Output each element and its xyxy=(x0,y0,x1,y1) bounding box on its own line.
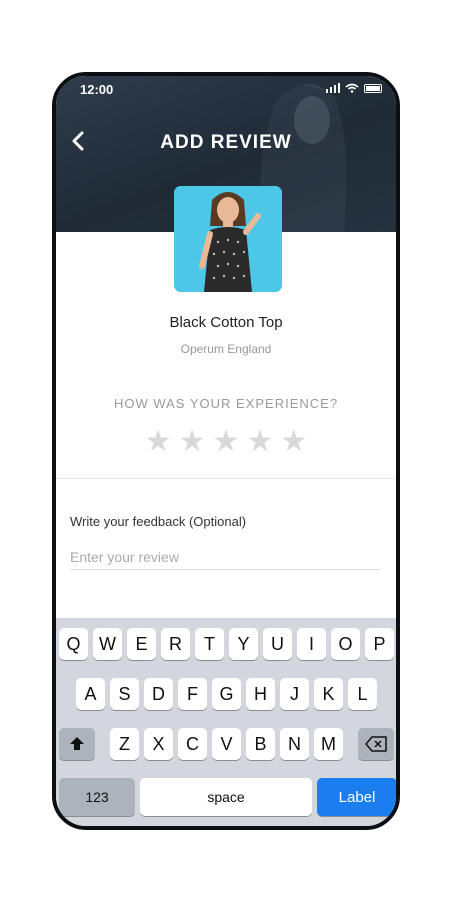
experience-question: HOW WAS YOUR EXPERIENCE? xyxy=(113,396,339,411)
key-m[interactable]: M xyxy=(314,728,343,760)
product-name: Black Cotton Top xyxy=(169,314,283,331)
star-icon[interactable]: ★ xyxy=(280,427,307,457)
product-brand: Operum England xyxy=(180,342,272,356)
onscreen-keyboard: Q W E R T Y U I O P A S D F G H J K L Z … xyxy=(56,618,396,826)
key-v[interactable]: V xyxy=(212,728,241,760)
status-bar: 12:00 xyxy=(56,76,396,102)
cellular-signal-icon xyxy=(325,83,340,93)
star-icon[interactable]: ★ xyxy=(246,427,273,457)
phone-frame: 12:00 ADD REVIEW Black Cotton Top Operum… xyxy=(52,72,400,830)
star-icon[interactable]: ★ xyxy=(179,427,206,457)
key-s[interactable]: S xyxy=(110,678,139,710)
key-i[interactable]: I xyxy=(297,628,326,660)
key-g[interactable]: G xyxy=(212,678,241,710)
key-a[interactable]: A xyxy=(76,678,105,710)
review-input[interactable] xyxy=(70,544,380,570)
status-icons xyxy=(325,83,382,93)
battery-icon xyxy=(364,84,382,93)
page-title: ADD REVIEW xyxy=(160,132,292,153)
key-p[interactable]: P xyxy=(365,628,394,660)
key-t[interactable]: T xyxy=(195,628,224,660)
key-z[interactable]: Z xyxy=(110,728,139,760)
key-j[interactable]: J xyxy=(280,678,309,710)
key-y[interactable]: Y xyxy=(229,628,258,660)
star-rating[interactable]: ★ ★ ★ ★ ★ xyxy=(56,427,396,457)
space-key[interactable]: space xyxy=(140,778,312,816)
backspace-key[interactable] xyxy=(358,728,394,760)
key-n[interactable]: N xyxy=(280,728,309,760)
key-u[interactable]: U xyxy=(263,628,292,660)
product-photo xyxy=(174,186,282,292)
backspace-icon xyxy=(365,736,387,752)
key-c[interactable]: C xyxy=(178,728,207,760)
status-time: 12:00 xyxy=(80,82,114,97)
key-f[interactable]: F xyxy=(178,678,207,710)
key-k[interactable]: K xyxy=(314,678,343,710)
key-q[interactable]: Q xyxy=(59,628,88,660)
key-w[interactable]: W xyxy=(93,628,122,660)
key-r[interactable]: R xyxy=(161,628,190,660)
product-image xyxy=(174,186,282,292)
star-icon[interactable]: ★ xyxy=(213,427,240,457)
star-icon[interactable]: ★ xyxy=(145,427,172,457)
shift-key[interactable] xyxy=(59,728,95,760)
wifi-icon xyxy=(345,83,359,93)
return-key[interactable]: Label xyxy=(317,778,396,816)
key-h[interactable]: H xyxy=(246,678,275,710)
key-x[interactable]: X xyxy=(144,728,173,760)
key-d[interactable]: D xyxy=(144,678,173,710)
feedback-label: Write your feedback (Optional) xyxy=(70,514,247,529)
divider xyxy=(56,478,396,479)
numbers-key[interactable]: 123 xyxy=(59,778,135,816)
key-o[interactable]: O xyxy=(331,628,360,660)
key-e[interactable]: E xyxy=(127,628,156,660)
shift-icon xyxy=(70,737,84,750)
key-l[interactable]: L xyxy=(348,678,377,710)
key-b[interactable]: B xyxy=(246,728,275,760)
